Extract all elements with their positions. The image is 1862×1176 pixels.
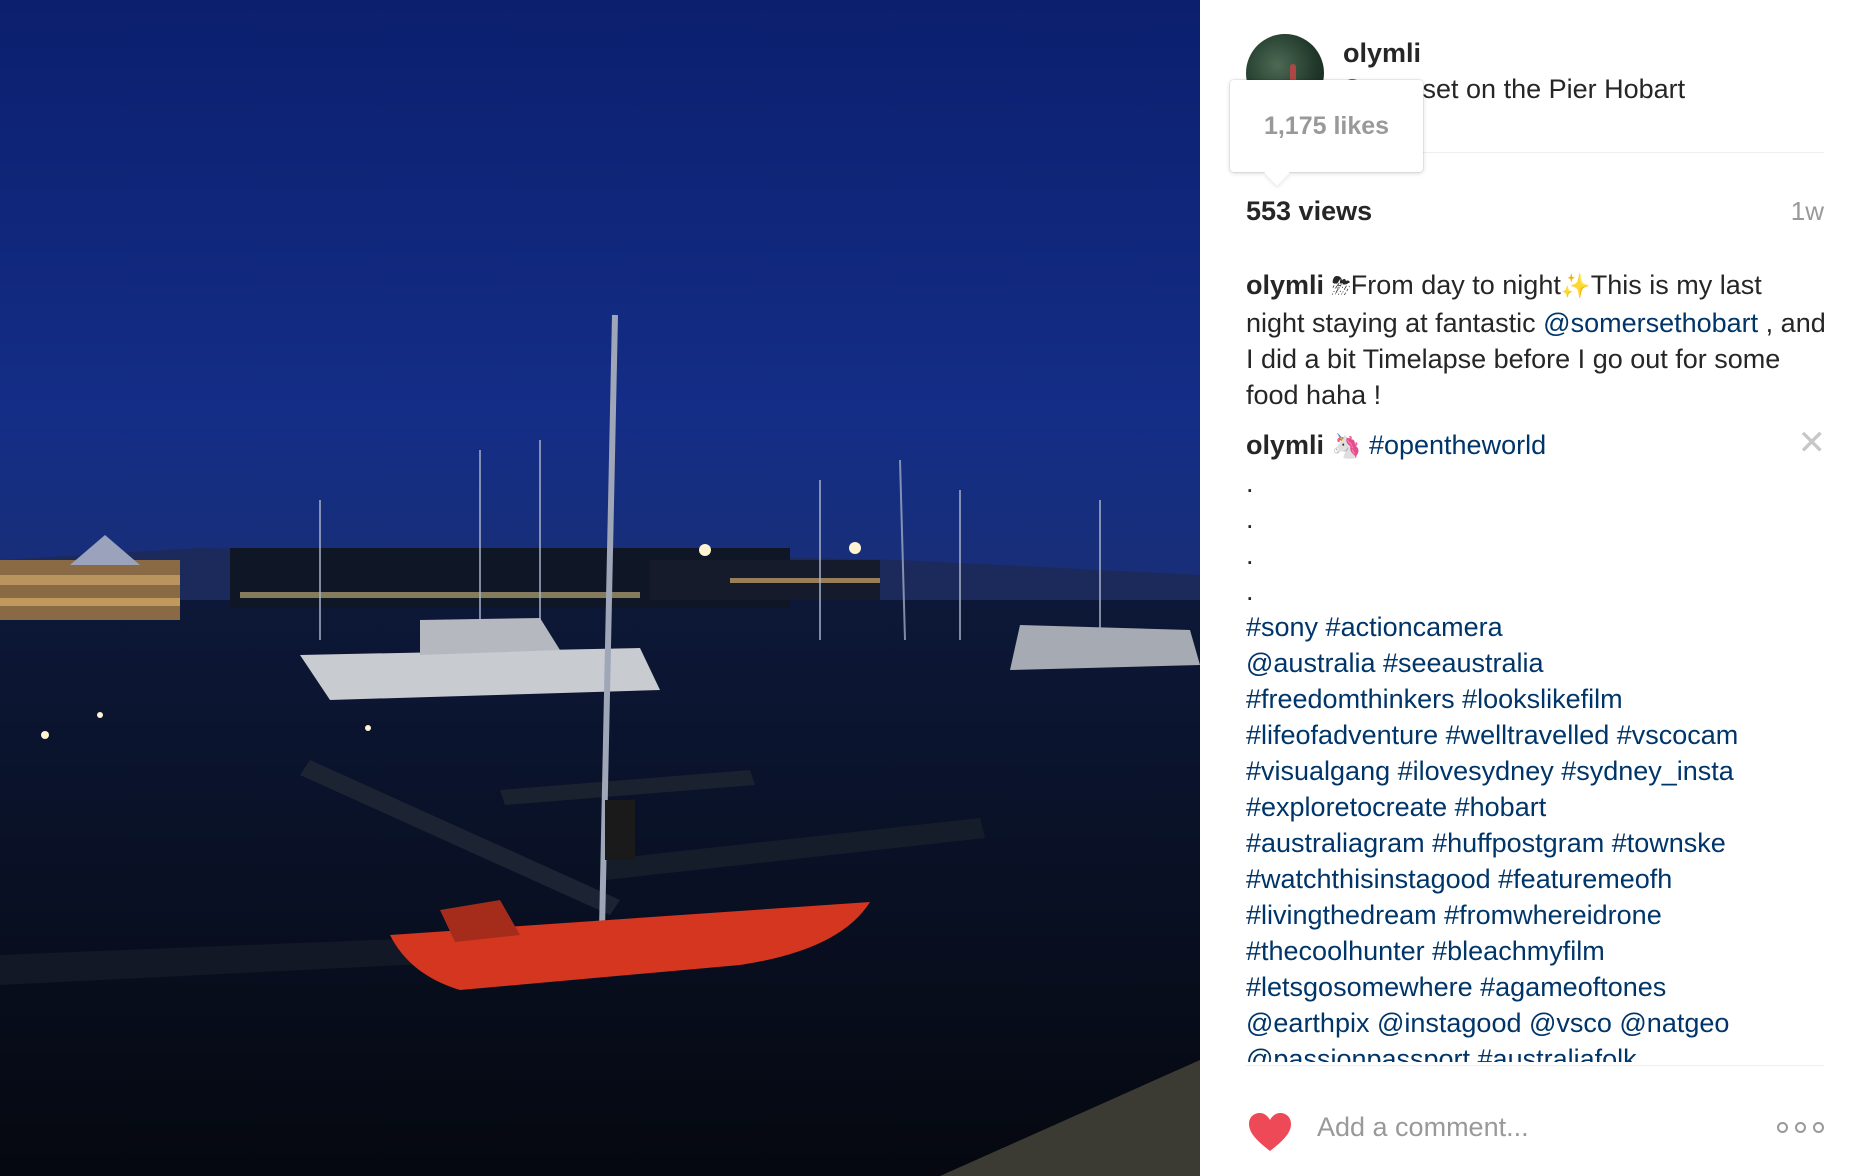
dot-line: .	[1246, 576, 1254, 606]
caption-text-1: From day to night	[1350, 270, 1561, 300]
add-comment-input[interactable]: Add a comment...	[1317, 1112, 1529, 1143]
dot	[1777, 1122, 1788, 1133]
hashtag-link[interactable]: #opentheworld	[1369, 430, 1546, 460]
comment-author[interactable]: olymli	[1246, 430, 1324, 460]
post-username[interactable]: olymli	[1343, 38, 1421, 69]
hashtag-line[interactable]: #sony #actioncamera	[1246, 609, 1826, 645]
hashtag-line[interactable]: #visualgang #ilovesydney #sydney_insta	[1246, 753, 1826, 789]
hashtag-comment: olymli 🦄 #opentheworld ✕ . . . . #sony #…	[1246, 425, 1827, 1062]
caption-comment: olymli ⛈From day to night✨This is my las…	[1246, 267, 1826, 413]
post-details-panel: olymli Somerset on the Pier Hobart 1,175…	[1200, 0, 1862, 1176]
hashtag-line[interactable]: @passionpassport #australiafolk	[1246, 1041, 1826, 1062]
sparkles-emoji: ✨	[1560, 273, 1591, 300]
hashtag-line[interactable]: #exploretocreate #hobart	[1246, 789, 1826, 825]
likes-tooltip: 1,175 likes	[1230, 80, 1423, 172]
dot-line: .	[1246, 540, 1254, 570]
more-options-icon[interactable]	[1777, 1122, 1824, 1133]
dot	[1795, 1122, 1806, 1133]
hashtag-line[interactable]: #lifeofadventure #welltravelled #vscocam	[1246, 717, 1826, 753]
footer-divider	[1246, 1065, 1824, 1066]
close-icon[interactable]: ✕	[1798, 425, 1827, 461]
post-timestamp[interactable]: 1w	[1791, 196, 1824, 227]
marina-night-photo	[0, 0, 1200, 1176]
hashtag-line[interactable]: #livingthedream #fromwhereidrone	[1246, 897, 1826, 933]
hashtag-line[interactable]: @earthpix @instagood @vsco @natgeo	[1246, 1005, 1826, 1041]
heart-icon[interactable]	[1247, 1111, 1293, 1153]
hashtag-line[interactable]: #freedomthinkers #lookslikefilm	[1246, 681, 1826, 717]
hashtag-line[interactable]: @australia #seeaustralia	[1246, 645, 1826, 681]
mention-link[interactable]: @somersethobart	[1543, 308, 1758, 338]
hashtag-line[interactable]: #australiagram #huffpostgram #townske	[1246, 825, 1826, 861]
dot-line: .	[1246, 468, 1254, 498]
dot	[1813, 1122, 1824, 1133]
comment-author[interactable]: olymli	[1246, 270, 1324, 300]
hashtag-line[interactable]: #thecoolhunter #bleachmyfilm	[1246, 933, 1826, 969]
views-count[interactable]: 553 views	[1246, 196, 1372, 227]
comments-list[interactable]: olymli ⛈From day to night✨This is my las…	[1246, 267, 1826, 1062]
storm-cloud-emoji: ⛈	[1331, 273, 1351, 300]
unicorn-emoji: 🦄	[1331, 433, 1362, 460]
post-media[interactable]	[0, 0, 1200, 1176]
hashtag-line[interactable]: #letsgosomewhere #agameoftones	[1246, 969, 1826, 1005]
hashtag-line[interactable]: #watchthisinstagood #featuremeofh	[1246, 861, 1826, 897]
dot-line: .	[1246, 504, 1254, 534]
